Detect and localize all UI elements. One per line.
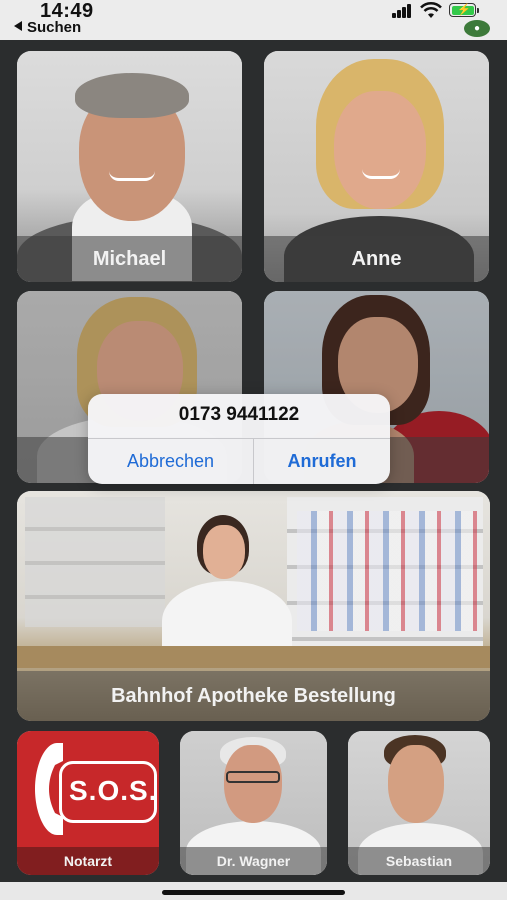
status-bar: 14:49 Suchen ⚡ ●: [0, 0, 507, 40]
sos-text: S.O.S.: [69, 775, 158, 806]
location-badge-icon: ●: [464, 20, 490, 37]
wifi-icon: [420, 2, 442, 18]
contact-name: Anne: [264, 236, 489, 282]
battery-icon: ⚡: [449, 3, 479, 17]
back-button[interactable]: Suchen: [14, 19, 81, 36]
contact-tile-apotheke[interactable]: Bahnhof Apotheke Bestellung: [17, 491, 490, 721]
cellular-signal-icon: [392, 4, 414, 18]
contact-name: Bahnhof Apotheke Bestellung: [17, 671, 490, 721]
contact-tile-dr-wagner[interactable]: Dr. Wagner: [180, 731, 327, 875]
contact-name: Dr. Wagner: [180, 847, 327, 875]
contact-tile-sebastian[interactable]: Sebastian: [348, 731, 490, 875]
contact-tile-michael[interactable]: Michael: [17, 51, 242, 282]
back-arrow-icon: [14, 21, 22, 31]
counter: [17, 646, 490, 668]
contact-tile-anne[interactable]: Anne: [264, 51, 489, 282]
alert-phone-number: 0173 9441122: [178, 404, 300, 425]
call-alert-dialog: 0173 9441122 Abbrechen Anrufen: [88, 394, 390, 484]
contact-name: Notarzt: [17, 847, 159, 875]
back-label: Suchen: [27, 19, 82, 36]
home-indicator[interactable]: [162, 890, 345, 895]
cancel-button[interactable]: Abbrechen: [88, 439, 253, 484]
contact-name: Sebastian: [348, 847, 490, 875]
call-button[interactable]: Anrufen: [254, 439, 390, 484]
contact-tile-notarzt[interactable]: S.O.S. Notarzt: [17, 731, 159, 875]
contact-name: Michael: [17, 236, 242, 282]
